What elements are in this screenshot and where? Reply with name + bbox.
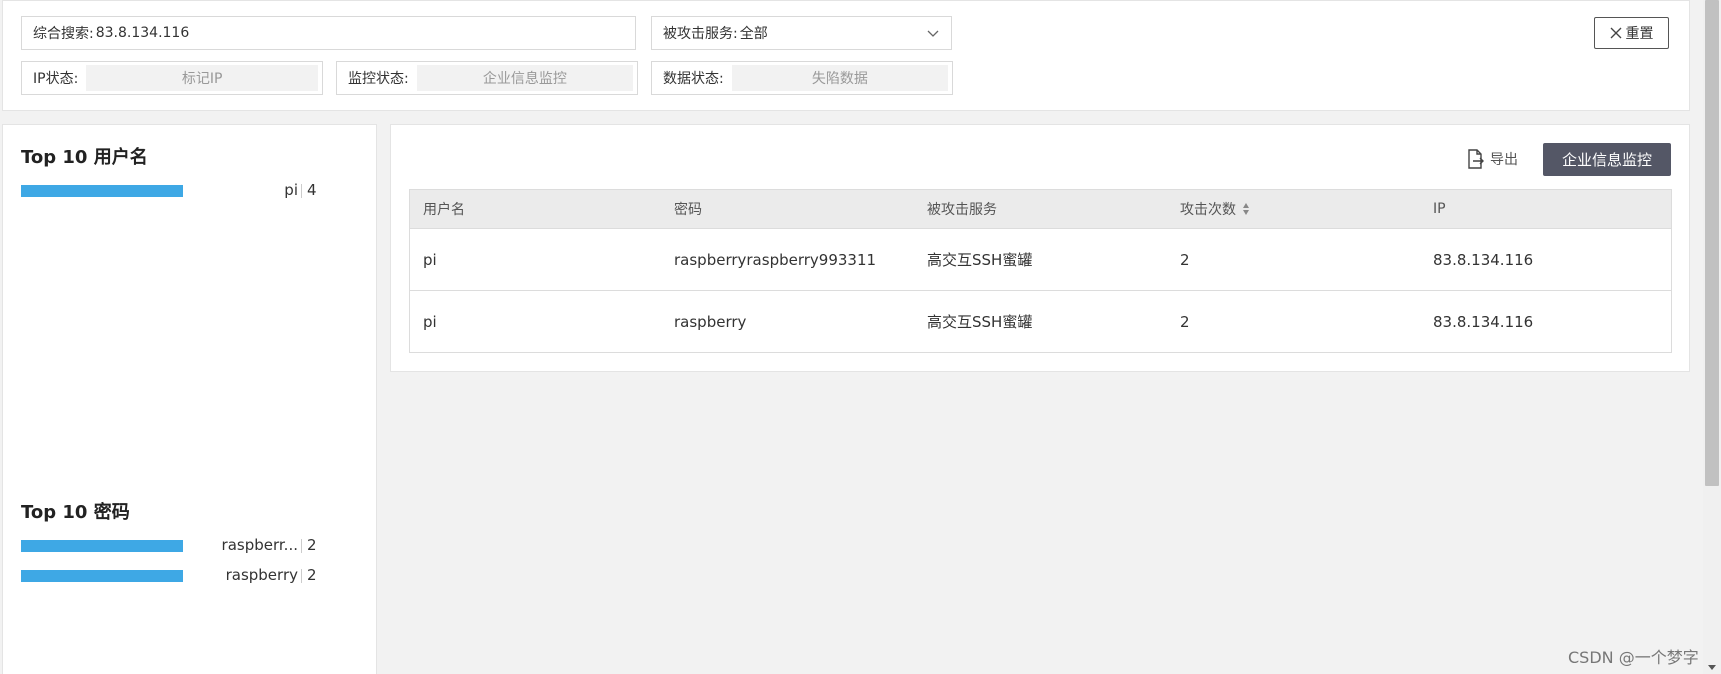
cell-username: pi xyxy=(423,250,437,269)
header-attack-count-label: 攻击次数 xyxy=(1180,202,1236,218)
top-passwords-title: Top 10 密码 xyxy=(21,502,130,523)
scrollbar-thumb[interactable] xyxy=(1705,0,1719,486)
attack-records-table: 用户名 密码 被攻击服务 攻击次数 IP pi raspberryraspber… xyxy=(409,189,1672,353)
cell-service: 高交互SSH蜜罐 xyxy=(927,251,1033,269)
cell-username: pi xyxy=(423,312,437,331)
monitor-status-field[interactable]: 监控状态: 企业信息监控 xyxy=(336,61,638,95)
monitor-status-label: 监控状态: xyxy=(348,71,409,87)
reset-button[interactable]: 重置 xyxy=(1594,17,1669,49)
header-ip: IP xyxy=(1433,201,1446,217)
top-stats-panel: Top 10 用户名 pi 4 Top 10 密码 raspberr... 2 ras… xyxy=(2,124,377,674)
watermark: CSDN @一个梦字 xyxy=(1568,648,1699,667)
password-rank-item: raspberr... 2 xyxy=(21,535,321,557)
table-row[interactable]: pi raspberryraspberry993311 高交互SSH蜜罐 2 8… xyxy=(410,229,1671,291)
top-usernames-title: Top 10 用户名 xyxy=(21,147,148,168)
username-rank-count: 4 xyxy=(307,181,317,199)
enterprise-monitor-button[interactable]: 企业信息监控 xyxy=(1543,143,1671,176)
separator xyxy=(301,569,302,583)
search-input[interactable]: 83.8.134.116 xyxy=(94,25,190,41)
header-password: 密码 xyxy=(674,202,702,218)
header-username: 用户名 xyxy=(423,202,465,218)
username-rank-label: pi xyxy=(284,181,298,199)
ip-status-value[interactable]: 标记IP xyxy=(86,65,318,91)
cell-ip: 83.8.134.116 xyxy=(1433,250,1534,269)
sort-icon[interactable] xyxy=(1242,202,1250,216)
search-field[interactable]: 综合搜索: 83.8.134.116 xyxy=(21,16,636,50)
table-header: 用户名 密码 被攻击服务 攻击次数 IP xyxy=(410,190,1671,229)
close-icon xyxy=(1610,27,1621,39)
password-rank-label: raspberr... xyxy=(221,536,298,554)
service-label: 被攻击服务: xyxy=(663,26,738,42)
cell-password: raspberryraspberry993311 xyxy=(674,250,877,269)
data-status-value[interactable]: 失陷数据 xyxy=(731,65,948,91)
username-rank-bar xyxy=(21,185,183,197)
password-rank-label: raspberry xyxy=(225,566,298,584)
cell-attack-count: 2 xyxy=(1180,250,1190,269)
search-label: 综合搜索: xyxy=(33,26,94,42)
monitor-status-value[interactable]: 企业信息监控 xyxy=(416,65,633,91)
password-rank-bar xyxy=(21,540,183,552)
ip-status-label: IP状态: xyxy=(33,71,79,87)
chevron-down-icon xyxy=(927,30,939,37)
password-rank-count: 2 xyxy=(307,566,317,584)
export-label: 导出 xyxy=(1490,152,1518,168)
table-row[interactable]: pi raspberry 高交互SSH蜜罐 2 83.8.134.116 xyxy=(410,291,1671,353)
password-rank-count: 2 xyxy=(307,536,317,554)
cell-password: raspberry xyxy=(674,312,747,331)
export-button[interactable]: 导出 xyxy=(1466,147,1518,171)
page-scrollbar[interactable] xyxy=(1703,0,1721,674)
scroll-down-arrow-icon[interactable] xyxy=(1708,665,1716,670)
data-status-field[interactable]: 数据状态: 失陷数据 xyxy=(651,61,953,95)
cell-service: 高交互SSH蜜罐 xyxy=(927,313,1033,331)
separator xyxy=(301,539,302,553)
header-service: 被攻击服务 xyxy=(927,202,997,218)
data-status-label: 数据状态: xyxy=(663,71,724,87)
ip-status-field[interactable]: IP状态: 标记IP xyxy=(21,61,323,95)
password-rank-bar xyxy=(21,570,183,582)
username-rank-item: pi 4 xyxy=(21,180,321,202)
separator xyxy=(301,184,302,198)
password-rank-item: raspberry 2 xyxy=(21,565,321,587)
cell-ip: 83.8.134.116 xyxy=(1433,312,1534,331)
cell-attack-count: 2 xyxy=(1180,312,1190,331)
export-file-icon xyxy=(1468,149,1484,169)
service-selected-value: 全部 xyxy=(739,26,768,42)
reset-label: 重置 xyxy=(1625,26,1654,42)
header-attack-count[interactable]: 攻击次数 xyxy=(1167,199,1420,219)
service-select[interactable]: 被攻击服务: 全部 xyxy=(651,16,952,50)
